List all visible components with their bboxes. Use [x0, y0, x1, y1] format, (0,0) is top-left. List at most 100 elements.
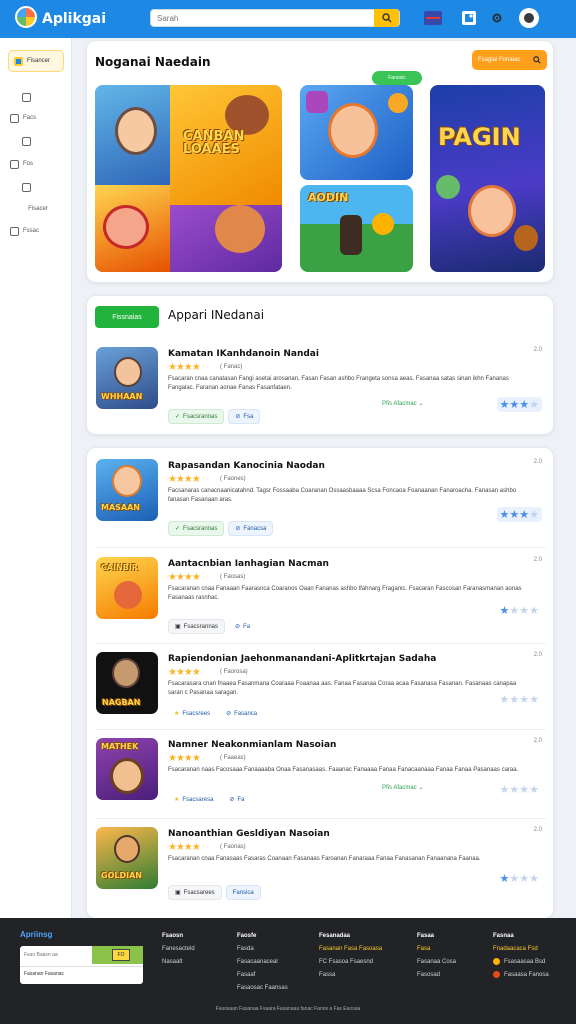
thumb-label: MASAAN: [101, 503, 140, 512]
settings-icon[interactable]: [490, 11, 504, 25]
sidebar-item-4[interactable]: Fos: [10, 157, 66, 171]
app-row[interactable]: MASAAN Rapasandan Kanocinia Naodan ★★★★ …: [96, 459, 546, 539]
tile-title: PAGIN: [438, 123, 521, 151]
app-tag[interactable]: Pfis Afacmac ⌄: [382, 784, 423, 791]
sidebar-item-1[interactable]: [10, 90, 66, 104]
search-input[interactable]: [151, 10, 371, 26]
app-name[interactable]: Kamatan IKanhdanoin Nandai: [168, 349, 319, 359]
notification-icon[interactable]: [462, 11, 476, 25]
sidebar-item-6[interactable]: Fssac: [10, 224, 66, 238]
app-row[interactable]: MATHEK Namner Neakonmianlam Nasoian ★★★★…: [96, 738, 546, 818]
info-chip[interactable]: ⊘ Fa: [229, 619, 256, 634]
footer-link[interactable]: Fasaosac Faansas: [237, 982, 288, 995]
hero-tile-3[interactable]: AODIN: [300, 185, 413, 272]
row-divider: [96, 729, 546, 730]
app-thumbnail[interactable]: WHHAAN: [96, 347, 158, 409]
rating-stars: ★★★★: [168, 474, 201, 485]
subscribe-button[interactable]: FO: [92, 946, 143, 964]
footer-link[interactable]: Fasacaanaceal: [237, 956, 288, 969]
app-row[interactable]: GOLDIAN Nanoanthian Gesldiyan Nasoian ★★…: [96, 827, 546, 907]
footer-link[interactable]: Fasa: [417, 943, 456, 956]
app-title[interactable]: Aplikgai: [42, 11, 106, 27]
footer-link[interactable]: Fasanan Fasa Fasoasa: [319, 943, 382, 956]
install-chip[interactable]: ▣ Fsacsarees: [168, 885, 222, 900]
box-icon: [10, 159, 19, 169]
user-rating-stars[interactable]: ★★★★: [496, 507, 542, 522]
tag-label: Pfis Afacmac: [382, 401, 417, 407]
check-icon: ✓: [175, 414, 181, 420]
featured-app-row[interactable]: WHHAAN Kamatan IKanhdanoin Nandai ★★★★ (…: [96, 347, 546, 427]
user-rating-stars[interactable]: ★★★★: [497, 782, 542, 797]
install-chip[interactable]: ✓ Fsacsrannas: [168, 409, 225, 424]
rating-count: ( Faaeas): [220, 755, 246, 761]
footer-link[interactable]: Fsasaasaa Bsd: [493, 956, 549, 969]
sidebar-item-label: Facs: [23, 115, 37, 121]
footer-link[interactable]: Fasaaf: [237, 969, 288, 982]
app-name[interactable]: Namner Neakonmianlam Nasoian: [168, 740, 336, 750]
user-rating-stars[interactable]: ★★★★: [496, 397, 542, 412]
footer-link[interactable]: Fasanaa Cosa: [417, 956, 456, 969]
app-thumbnail[interactable]: GOLDIAN: [96, 827, 158, 889]
sidebar-item-5-label[interactable]: Fisacer: [10, 202, 66, 216]
footer-link[interactable]: Fanesacteld: [162, 943, 195, 956]
user-rating-stars[interactable]: ★★★★: [497, 871, 542, 886]
user-avatar[interactable]: [519, 8, 539, 28]
info-chip[interactable]: ⊘ Fa: [223, 792, 250, 807]
chip-label: Fa: [237, 796, 245, 803]
app-tag[interactable]: Pfis Afacmac ⌄: [382, 400, 423, 407]
sidebar-top-label: Fisancer: [27, 58, 51, 64]
app-name[interactable]: Aantacnbian Ianhagian Nacman: [168, 559, 329, 569]
sidebar: Fisancer Facs Fos Fisacer Fssac: [0, 38, 72, 918]
app-chips: ✓ Fsacsrannas ⊘ Fsa: [168, 409, 261, 424]
app-row[interactable]: CAINBIR Aantacnbian Ianhagian Nacman ★★★…: [96, 557, 546, 637]
app-thumbnail[interactable]: NAGBAN: [96, 652, 158, 714]
app-name[interactable]: Nanoanthian Gesldiyan Nasoian: [168, 829, 330, 839]
app-score: 2.0: [533, 827, 542, 833]
sidebar-item-2[interactable]: Facs: [10, 111, 66, 125]
featured-badge[interactable]: Fissnaias: [95, 306, 159, 328]
app-description: Facsanaras canacnaanicatahnd. Tagsr Foss…: [168, 488, 517, 503]
search-button[interactable]: [374, 9, 399, 27]
install-chip[interactable]: ✓ Fsacsrannas: [168, 521, 225, 536]
footer-link[interactable]: Fasaasa Fanosa: [493, 969, 549, 982]
hero-title: Noganai Naedain: [95, 55, 211, 69]
thumb-label: WHHAAN: [101, 392, 143, 401]
info-chip[interactable]: Fansica: [225, 885, 261, 900]
user-rating-stars[interactable]: ★★★★: [497, 692, 542, 707]
install-chip[interactable]: ▣ Fsacsrannas: [168, 619, 226, 634]
sidebar-item-5[interactable]: [10, 180, 66, 194]
info-chip[interactable]: ⊘ Fanacsa: [228, 521, 274, 536]
user-rating-stars[interactable]: ★★★★: [497, 603, 542, 618]
footer-link[interactable]: Fasosad: [417, 969, 456, 982]
install-chip[interactable]: ★ Fsacsaresa: [168, 792, 219, 807]
hero-tile-2[interactable]: [300, 85, 413, 180]
footer-link[interactable]: FC Fsasoa Fsaesnd: [319, 956, 382, 969]
footer-brand[interactable]: Apriinsg: [20, 930, 52, 939]
app-score: 2.0: [533, 557, 542, 563]
info-chip[interactable]: ⊘ Fasanca: [220, 706, 263, 721]
info-chip[interactable]: ⊘ Fsa: [228, 409, 261, 424]
hero-tile-1[interactable]: CANBAN LOAAES: [95, 85, 282, 272]
app-thumbnail[interactable]: MATHEK: [96, 738, 158, 800]
footer-link[interactable]: Nasaalt: [162, 956, 195, 969]
app-name[interactable]: Rapiendonian Jaehonmanandani-Aplitkrtaja…: [168, 654, 436, 664]
footer-link[interactable]: Fnadaacaca Fsd: [493, 943, 549, 956]
logo-icon[interactable]: [15, 6, 37, 28]
footer: Apriinsg FO Fasanan Fasanac Fsaosn Fanes…: [0, 918, 576, 1024]
app-chips: ★ Fsacsaresa ⊘ Fa: [168, 792, 250, 807]
app-row[interactable]: NAGBAN Rapiendonian Jaehonmanandani-Apli…: [96, 652, 546, 732]
rating-stars: ★★★★: [168, 842, 201, 853]
sidebar-item-3[interactable]: [10, 134, 66, 148]
footer-link[interactable]: Fassa: [319, 969, 382, 982]
app-name[interactable]: Rapasandan Kanocinia Naodan: [168, 461, 325, 471]
flag-icon[interactable]: [424, 11, 442, 25]
install-chip[interactable]: ★ Fsacsrees: [168, 706, 216, 721]
app-thumbnail[interactable]: CAINBIR: [96, 557, 158, 619]
rating-stars: ★★★★: [168, 753, 201, 764]
hero-button[interactable]: Fsagiai Fonaiac: [472, 50, 547, 70]
subscribe-input[interactable]: [20, 948, 92, 962]
hero-tile-4[interactable]: PAGIN: [430, 85, 545, 272]
footer-link[interactable]: Fasda: [237, 943, 288, 956]
sidebar-top-button[interactable]: Fisancer: [8, 50, 64, 72]
app-thumbnail[interactable]: MASAAN: [96, 459, 158, 521]
